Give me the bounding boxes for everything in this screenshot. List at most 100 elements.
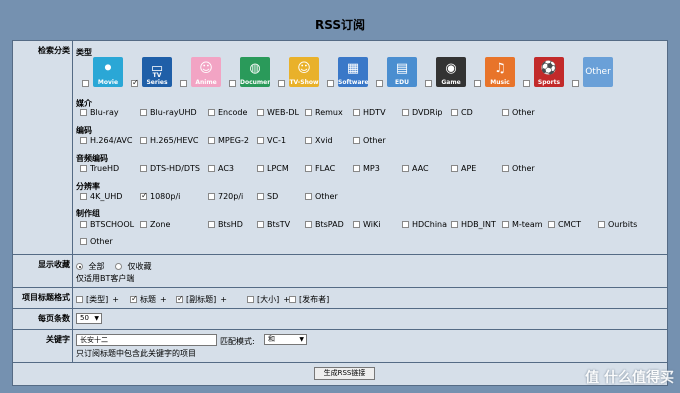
type-tile-edu[interactable]: ▤ EDU: [387, 57, 417, 87]
favorites-all-option[interactable]: 全部: [76, 261, 105, 272]
media-checkbox[interactable]: [502, 109, 509, 116]
media-checkbox[interactable]: [208, 109, 215, 116]
media-checkbox[interactable]: [353, 109, 360, 116]
resolution-option[interactable]: Other: [305, 192, 338, 201]
group-checkbox[interactable]: [140, 221, 147, 228]
codec-option[interactable]: H.265/HEVC: [140, 136, 199, 145]
media-option[interactable]: Blu-ray: [80, 108, 119, 117]
codec-checkbox[interactable]: [305, 137, 312, 144]
type-checkbox-6[interactable]: [376, 80, 383, 87]
title-format-checkbox[interactable]: [289, 296, 296, 303]
resolution-checkbox[interactable]: [208, 193, 215, 200]
per-page-select[interactable]: 50 ▼: [76, 313, 102, 324]
group-option[interactable]: BtsPAD: [305, 220, 344, 229]
group-option[interactable]: Zone: [140, 220, 170, 229]
favorites-only-radio[interactable]: [115, 263, 122, 270]
group-option[interactable]: M-team: [502, 220, 543, 229]
media-checkbox[interactable]: [305, 109, 312, 116]
group-option[interactable]: HDChina: [402, 220, 447, 229]
group-checkbox[interactable]: [402, 221, 409, 228]
codec-checkbox[interactable]: [80, 137, 87, 144]
type-tile-documentary[interactable]: ◍ Documentary: [240, 57, 270, 87]
type-tile-sports[interactable]: ⚽ Sports: [534, 57, 564, 87]
group-option[interactable]: BtsHD: [208, 220, 243, 229]
media-option[interactable]: WEB-DL: [257, 108, 299, 117]
audio-checkbox[interactable]: [257, 165, 264, 172]
codec-checkbox[interactable]: [208, 137, 215, 144]
audio-checkbox[interactable]: [305, 165, 312, 172]
media-checkbox[interactable]: [80, 109, 87, 116]
codec-option[interactable]: Xvid: [305, 136, 333, 145]
audio-checkbox[interactable]: [208, 165, 215, 172]
title-format-checkbox[interactable]: [247, 296, 254, 303]
codec-checkbox[interactable]: [353, 137, 360, 144]
resolution-option[interactable]: 1080p/i: [140, 191, 180, 201]
title-format-option[interactable]: [类型] +: [76, 294, 119, 305]
audio-option[interactable]: FLAC: [305, 164, 335, 173]
audio-option[interactable]: TrueHD: [80, 164, 119, 173]
resolution-checkbox[interactable]: [140, 191, 148, 200]
group-checkbox[interactable]: [80, 221, 87, 228]
title-format-option[interactable]: [大小] +: [247, 294, 290, 305]
type-tile-music[interactable]: ♫ Music: [485, 57, 515, 87]
group-option[interactable]: Ourbits: [598, 220, 637, 229]
title-format-checkbox[interactable]: [76, 296, 83, 303]
codec-option[interactable]: Other: [353, 136, 386, 145]
audio-option[interactable]: LPCM: [257, 164, 289, 173]
keyword-input[interactable]: 长安十二: [76, 334, 217, 346]
group-option[interactable]: HDB_INT: [451, 220, 496, 229]
audio-option[interactable]: MP3: [353, 164, 380, 173]
audio-checkbox[interactable]: [80, 165, 87, 172]
media-option[interactable]: HDTV: [353, 108, 386, 117]
type-checkbox-10[interactable]: [572, 80, 579, 87]
type-checkbox-4[interactable]: [278, 80, 285, 87]
title-format-option[interactable]: 标题 +: [130, 294, 167, 305]
audio-option[interactable]: Other: [502, 164, 535, 173]
media-option[interactable]: Encode: [208, 108, 247, 117]
group-option[interactable]: WiKi: [353, 220, 380, 229]
type-checkbox-7[interactable]: [425, 80, 432, 87]
group-option[interactable]: CMCT: [548, 220, 581, 229]
audio-checkbox[interactable]: [140, 165, 147, 172]
resolution-checkbox[interactable]: [257, 193, 264, 200]
title-format-checkbox[interactable]: [176, 294, 184, 303]
type-tile-other[interactable]: Other: [583, 57, 613, 87]
media-option[interactable]: Other: [502, 108, 535, 117]
codec-option[interactable]: H.264/AVC: [80, 136, 132, 145]
favorites-only-option[interactable]: 仅收藏: [115, 261, 152, 272]
type-tile-anime[interactable]: ☺ Anime: [191, 57, 221, 87]
type-tile-movie[interactable]: ⚫ Movie: [93, 57, 123, 87]
group-checkbox[interactable]: [451, 221, 458, 228]
media-option[interactable]: Remux: [305, 108, 343, 117]
type-checkbox-2[interactable]: [180, 80, 187, 87]
type-tile-game[interactable]: ◉ Game: [436, 57, 466, 87]
group-checkbox[interactable]: [548, 221, 555, 228]
codec-checkbox[interactable]: [257, 137, 264, 144]
resolution-option[interactable]: 720p/i: [208, 192, 243, 201]
group-checkbox[interactable]: [502, 221, 509, 228]
media-checkbox[interactable]: [140, 109, 147, 116]
audio-checkbox[interactable]: [353, 165, 360, 172]
type-checkbox-9[interactable]: [523, 80, 530, 87]
audio-option[interactable]: AC3: [208, 164, 234, 173]
resolution-option[interactable]: SD: [257, 192, 278, 201]
type-checkbox-1[interactable]: [131, 78, 139, 87]
media-option[interactable]: CD: [451, 108, 473, 117]
media-checkbox[interactable]: [257, 109, 264, 116]
match-mode-select[interactable]: 和 ▼: [264, 334, 307, 345]
type-checkbox-5[interactable]: [327, 80, 334, 87]
group-checkbox[interactable]: [598, 221, 605, 228]
group-option[interactable]: Other: [80, 237, 113, 246]
title-format-option[interactable]: [发布者]: [289, 294, 329, 305]
resolution-checkbox[interactable]: [305, 193, 312, 200]
resolution-checkbox[interactable]: [80, 193, 87, 200]
media-checkbox[interactable]: [451, 109, 458, 116]
media-option[interactable]: DVDRip: [402, 108, 443, 117]
media-option[interactable]: Blu-rayUHD: [140, 108, 197, 117]
group-checkbox[interactable]: [305, 221, 312, 228]
audio-checkbox[interactable]: [502, 165, 509, 172]
generate-rss-button[interactable]: 生成RSS链接: [314, 367, 375, 380]
group-option[interactable]: BTSCHOOL: [80, 220, 134, 229]
title-format-option[interactable]: [副标题]+: [176, 294, 227, 305]
type-tile-tv-series[interactable]: ▭ TV Series: [142, 57, 172, 87]
